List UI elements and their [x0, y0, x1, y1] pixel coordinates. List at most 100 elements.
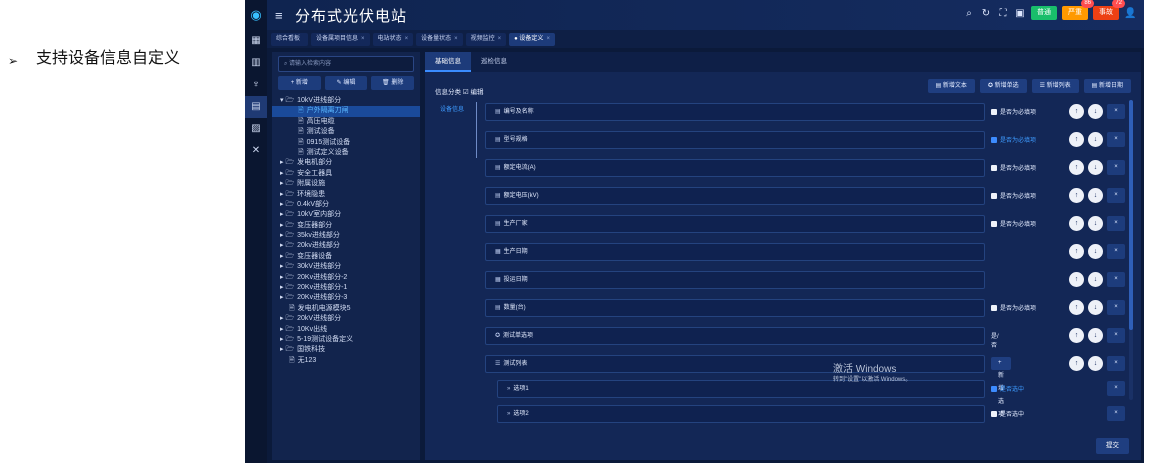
scrollbar[interactable]: [1129, 100, 1133, 400]
tree-search-input[interactable]: ⌕ 请输入检索内容: [278, 56, 414, 72]
field-input[interactable]: ▤ 数量(台): [485, 299, 985, 317]
nav-building-icon[interactable]: ▥: [245, 52, 267, 74]
nav-tab[interactable]: 综合看板: [271, 32, 309, 46]
tree-node[interactable]: ▸ 🗁 35kv进线部分: [272, 231, 420, 241]
tree-node[interactable]: ▾ 🗁 10kV进线部分: [272, 96, 420, 106]
tree-node[interactable]: ▸ 🗁 20Kv进线部分-1: [272, 283, 420, 293]
field-input[interactable]: ▤ 编号及名称: [485, 103, 985, 121]
required-checkbox[interactable]: 是否为必填项: [991, 163, 1036, 172]
nav-tools-icon[interactable]: ✕: [245, 140, 267, 162]
remove-field-button[interactable]: ×: [1107, 104, 1125, 119]
option-default-checkbox[interactable]: 是否选中: [991, 409, 1024, 418]
category-label[interactable]: 信息分类 ☑ 编辑: [435, 86, 483, 96]
required-checkbox[interactable]: 是否为必填项: [991, 107, 1036, 116]
move-up-icon[interactable]: ↑: [1069, 300, 1084, 315]
add-text-button[interactable]: ▤ 新增文本: [927, 79, 975, 93]
move-up-icon[interactable]: ↑: [1069, 272, 1084, 287]
tree-node[interactable]: 🗎 测试设备: [272, 127, 420, 137]
tree-node[interactable]: ▸ 🗁 30kV进线部分: [272, 262, 420, 272]
field-input[interactable]: ▤ 额定电压(kV): [485, 187, 985, 205]
nav-chart-icon[interactable]: ▨: [245, 118, 267, 140]
nav-grid-icon[interactable]: ▦: [245, 30, 267, 52]
required-checkbox[interactable]: 是否为必填项: [991, 135, 1036, 144]
move-up-icon[interactable]: ↑: [1069, 104, 1084, 119]
add-node-button[interactable]: + 新增: [278, 76, 321, 90]
alarm-badge-serious[interactable]: 严重 86: [1062, 0, 1094, 20]
menu-icon[interactable]: ≡: [275, 8, 289, 23]
move-up-icon[interactable]: ↑: [1069, 132, 1084, 147]
category-device-info[interactable]: 设备信息: [440, 104, 464, 113]
tree-node[interactable]: ▸ 🗁 0.4kV部分: [272, 200, 420, 210]
remove-field-button[interactable]: ×: [1107, 406, 1125, 421]
tab-close-icon[interactable]: ×: [546, 36, 550, 42]
tree-node[interactable]: ▸ 🗁 变压器部分: [272, 221, 420, 231]
field-input[interactable]: ▤ 生产厂家: [485, 215, 985, 233]
tree-node[interactable]: 🗎 户外隔离刀闸: [272, 106, 420, 117]
delete-node-button[interactable]: 🗑 删除: [371, 76, 415, 90]
remove-field-button[interactable]: ×: [1107, 244, 1125, 259]
tree-node[interactable]: ▸ 🗁 10Kv出线: [272, 325, 420, 335]
nav-tab[interactable]: 设备属项目信息 ×: [311, 32, 370, 46]
remove-field-button[interactable]: ×: [1107, 356, 1125, 371]
required-checkbox[interactable]: 是否为必填项: [991, 303, 1036, 312]
remove-field-button[interactable]: ×: [1107, 300, 1125, 315]
user-icon[interactable]: 👤: [1124, 8, 1136, 19]
required-checkbox[interactable]: 是否为必填项: [991, 191, 1036, 200]
field-input[interactable]: ✪ 测试单选项: [485, 327, 985, 345]
remove-field-button[interactable]: ×: [1107, 328, 1125, 343]
remove-field-button[interactable]: ×: [1107, 160, 1125, 175]
tree-node[interactable]: ▸ 🗁 20Kv进线部分-2: [272, 273, 420, 283]
move-up-icon[interactable]: ↑: [1069, 188, 1084, 203]
tree-node[interactable]: 🗎 测试定义设备: [272, 148, 420, 158]
nav-tab[interactable]: 视频监控 ×: [465, 32, 507, 46]
required-checkbox[interactable]: 是否为必填项: [991, 219, 1036, 228]
move-up-icon[interactable]: ↑: [1069, 328, 1084, 343]
tree-node[interactable]: ▸ 🗁 10kV室内部分: [272, 210, 420, 220]
tree-node[interactable]: ▸ 🗁 20Kv进线部分-3: [272, 293, 420, 303]
move-down-icon[interactable]: ↓: [1088, 300, 1103, 315]
remove-field-button[interactable]: ×: [1107, 381, 1125, 396]
tree-node[interactable]: ▸ 🗁 国铁科技: [272, 345, 420, 355]
submit-button[interactable]: 提交: [1096, 438, 1129, 454]
move-down-icon[interactable]: ↓: [1088, 132, 1103, 147]
nav-list-icon[interactable]: ▤: [245, 96, 267, 118]
field-input[interactable]: ▦ 生产日期: [485, 243, 985, 261]
tree-node[interactable]: 🗎 0915测试设备: [272, 138, 420, 148]
add-date-button[interactable]: ▤ 新增日期: [1083, 79, 1131, 93]
alarm-badge-accident[interactable]: 事故 72: [1093, 0, 1125, 20]
tab-close-icon[interactable]: ×: [405, 36, 409, 42]
move-up-icon[interactable]: ↑: [1069, 216, 1084, 231]
tab-close-icon[interactable]: ×: [454, 36, 458, 42]
move-up-icon[interactable]: ↑: [1069, 160, 1084, 175]
tab-basic-info[interactable]: 基础信息: [425, 52, 471, 72]
tree-node[interactable]: ▸ 🗁 变压器设备: [272, 252, 420, 262]
remove-field-button[interactable]: ×: [1107, 216, 1125, 231]
nav-tab[interactable]: 电站状态 ×: [372, 32, 414, 46]
nav-tab[interactable]: 设备量状态 ×: [416, 32, 463, 46]
scrollbar-thumb[interactable]: [1129, 100, 1133, 330]
tree-node[interactable]: ▸ 🗁 发电机部分: [272, 158, 420, 168]
tree-node[interactable]: 🗎 无123: [272, 356, 420, 366]
nav-tower-icon[interactable]: ♆: [245, 74, 267, 96]
move-up-icon[interactable]: ↑: [1069, 356, 1084, 371]
move-up-icon[interactable]: ↑: [1069, 244, 1084, 259]
remove-field-button[interactable]: ×: [1107, 272, 1125, 287]
move-down-icon[interactable]: ↓: [1088, 272, 1103, 287]
refresh-icon[interactable]: ↻: [980, 8, 992, 19]
alarm-badge-normal[interactable]: 普通: [1031, 6, 1057, 20]
option-input[interactable]: » 选项2: [497, 405, 985, 423]
fullscreen-icon[interactable]: ⛶: [997, 8, 1009, 19]
tree-node[interactable]: 🗎 发电机电源模块5: [272, 304, 420, 314]
add-radio-button[interactable]: ✪ 新增单选: [979, 79, 1027, 93]
option-input[interactable]: » 选项1: [497, 380, 985, 398]
screen-icon[interactable]: ▣: [1014, 8, 1026, 19]
move-down-icon[interactable]: ↓: [1088, 160, 1103, 175]
move-down-icon[interactable]: ↓: [1088, 244, 1103, 259]
tab-inspection-info[interactable]: 巡检信息: [471, 52, 517, 72]
move-down-icon[interactable]: ↓: [1088, 104, 1103, 119]
move-down-icon[interactable]: ↓: [1088, 188, 1103, 203]
field-input[interactable]: ▦ 投运日期: [485, 271, 985, 289]
tree-node[interactable]: ▸ 🗁 附属设施: [272, 179, 420, 189]
field-input[interactable]: ▤ 额定电流(A): [485, 159, 985, 177]
tree-node[interactable]: ▸ 🗁 20kv进线部分: [272, 241, 420, 251]
